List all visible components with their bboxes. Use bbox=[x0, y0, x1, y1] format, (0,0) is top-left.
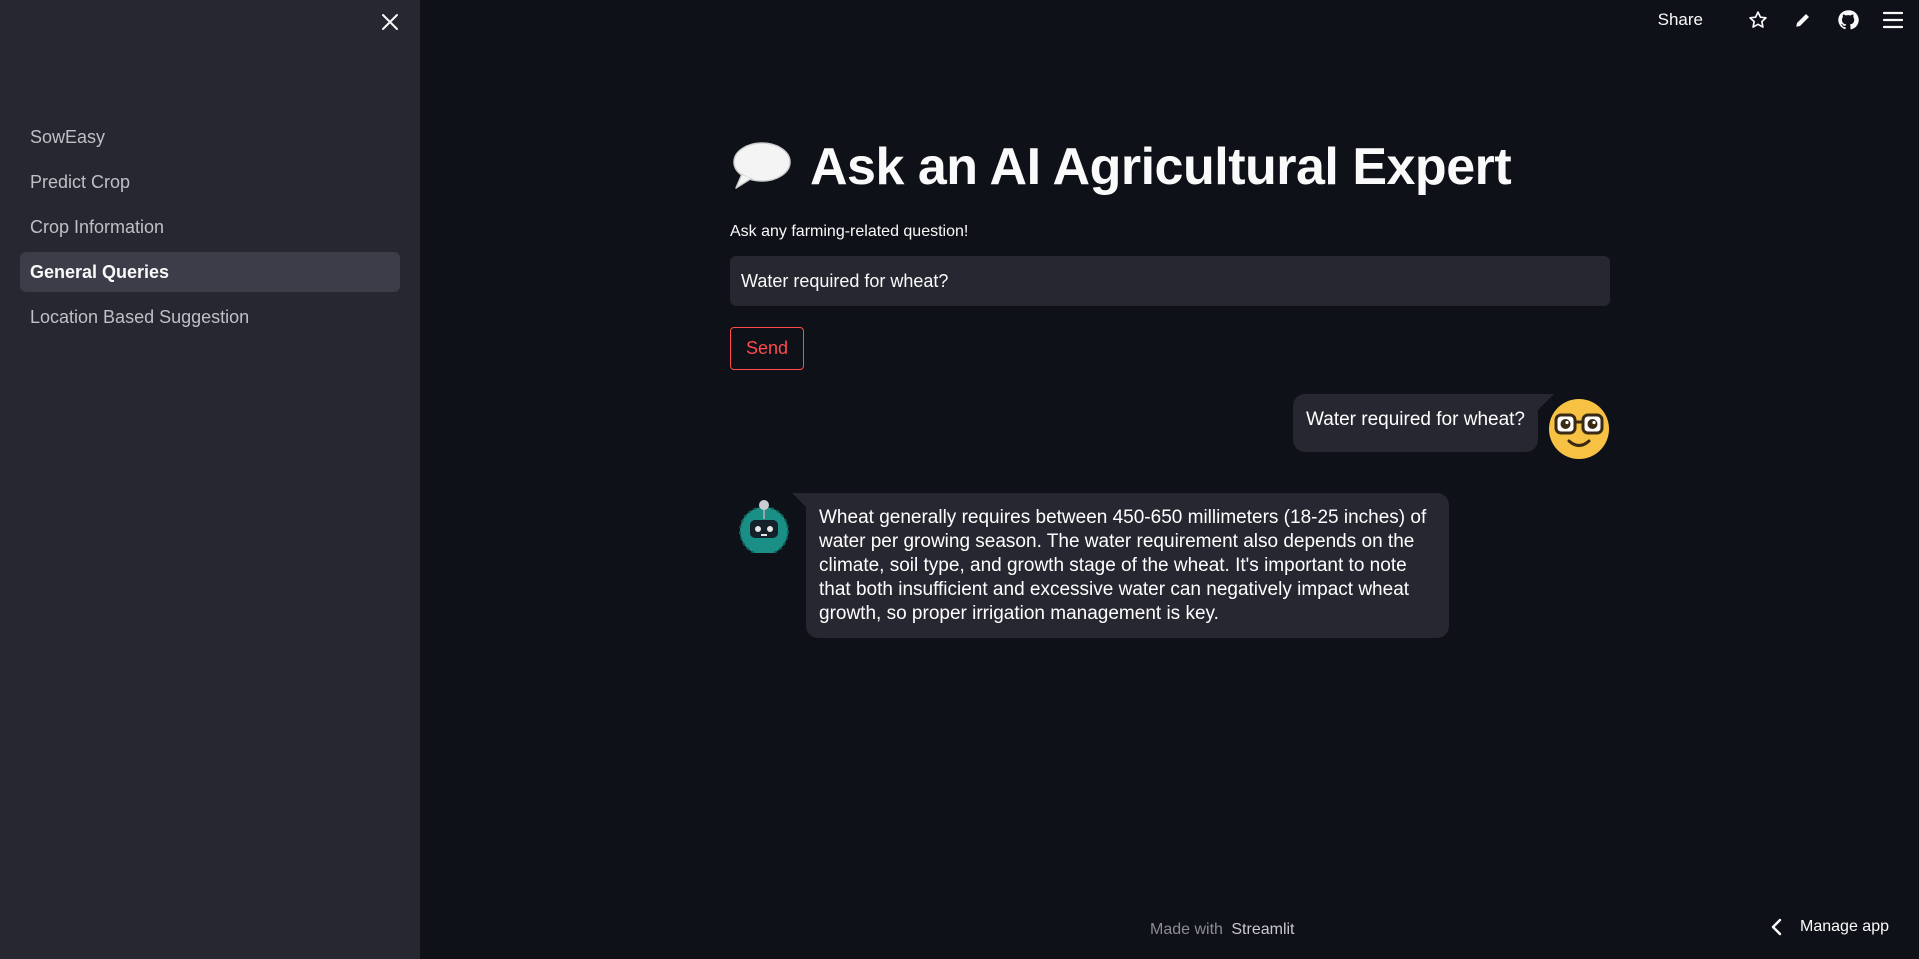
speech-bubble-icon bbox=[730, 140, 792, 194]
manage-app-button[interactable]: Manage app bbox=[1770, 918, 1889, 936]
send-button[interactable]: Send bbox=[730, 327, 805, 370]
main-content: Ask an AI Agricultural Expert Ask any fa… bbox=[730, 135, 1610, 638]
main-area: Share Ask an AI Agricultural Expert Ask … bbox=[420, 0, 1919, 959]
hamburger-menu-icon[interactable] bbox=[1881, 8, 1905, 32]
sidebar: SowEasy Predict Crop Crop Information Ge… bbox=[0, 0, 420, 959]
sidebar-item-location-based-suggestion[interactable]: Location Based Suggestion bbox=[20, 297, 400, 337]
robot-avatar-icon bbox=[738, 497, 790, 556]
footer: Made with Streamlit bbox=[1150, 921, 1295, 939]
sidebar-item-crop-information[interactable]: Crop Information bbox=[20, 207, 400, 247]
bot-message: Wheat generally requires between 450-650… bbox=[738, 493, 1449, 638]
manage-app-label: Manage app bbox=[1800, 918, 1889, 935]
pencil-icon[interactable] bbox=[1791, 8, 1815, 32]
user-message-bubble: Water required for wheat? bbox=[1293, 394, 1554, 452]
question-label: Ask any farming-related question! bbox=[730, 223, 969, 240]
footer-brand-link[interactable]: Streamlit bbox=[1231, 921, 1294, 938]
nerd-face-avatar-icon bbox=[1548, 398, 1610, 460]
bot-message-bubble: Wheat generally requires between 450-650… bbox=[792, 493, 1449, 638]
page-title: Ask an AI Agricultural Expert bbox=[810, 138, 1512, 196]
user-message: Water required for wheat? bbox=[1293, 394, 1610, 460]
question-input[interactable] bbox=[730, 256, 1610, 306]
app-root: SowEasy Predict Crop Crop Information Ge… bbox=[0, 0, 1919, 959]
title-row: Ask an AI Agricultural Expert bbox=[730, 135, 1610, 199]
close-icon[interactable] bbox=[376, 8, 404, 36]
star-icon[interactable] bbox=[1746, 8, 1770, 32]
sidebar-item-predict-crop[interactable]: Predict Crop bbox=[20, 162, 400, 202]
sidebar-item-general-queries[interactable]: General Queries bbox=[20, 252, 400, 292]
sidebar-item-soweasy[interactable]: SowEasy bbox=[20, 117, 400, 157]
footer-made-with: Made with bbox=[1150, 921, 1223, 938]
sidebar-nav: SowEasy Predict Crop Crop Information Ge… bbox=[20, 117, 400, 342]
share-button[interactable]: Share bbox=[1658, 10, 1703, 30]
chevron-left-icon bbox=[1770, 918, 1784, 936]
top-toolbar: Share bbox=[1658, 0, 1905, 40]
github-icon[interactable] bbox=[1836, 8, 1860, 32]
